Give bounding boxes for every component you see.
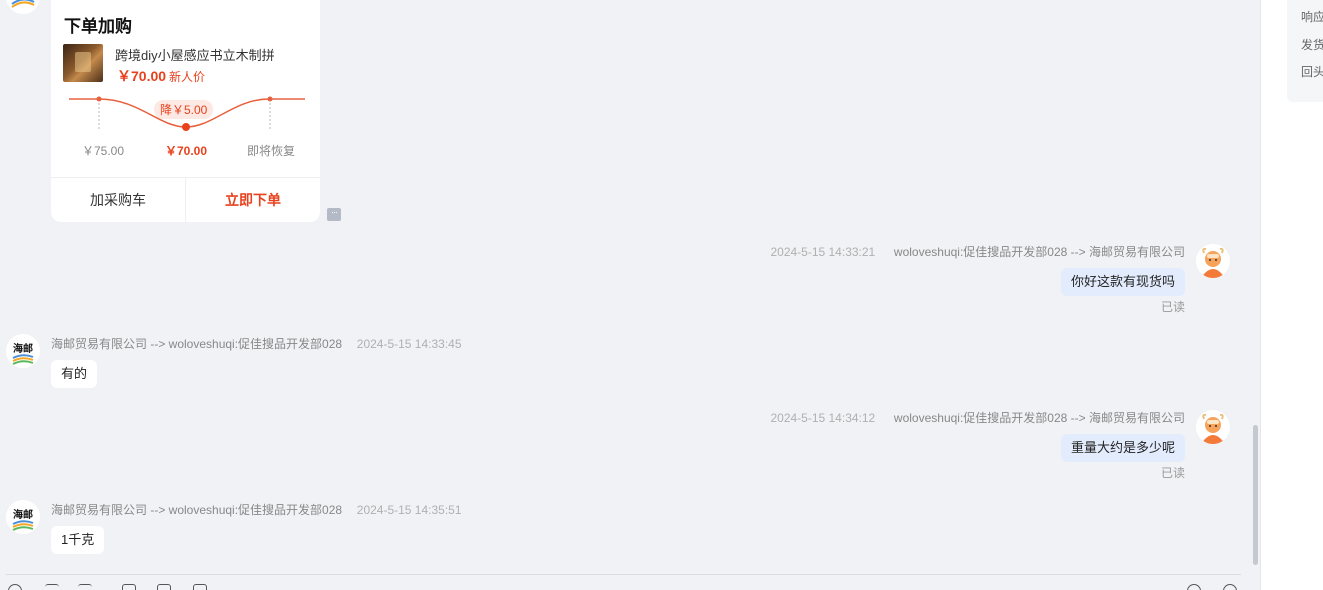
message-meta: 2024-5-15 14:33:21 woloveshuqi:促佳搜品开发部02… [770,243,1185,260]
restore-price-label: 即将恢复 [247,144,296,158]
message-meta: 海邮贸易有限公司 --> woloveshuqi:促佳搜品开发部028 2024… [51,501,462,518]
bull-avatar-icon [1196,410,1230,444]
card-title: 下单加购 [64,17,132,36]
chat-area: 下单加购 跨境diy小屋感应书立木制拼 ￥70.00 新人价 降￥5.00 ￥75… [0,0,1260,590]
message-time: 2024-5-15 14:34:12 [770,411,876,425]
shop-logo-icon: 海邮 [6,334,40,368]
emoji-icon[interactable] [8,584,22,590]
read-status: 已读 [1160,466,1185,480]
image-icon[interactable] [45,584,59,590]
input-divider [6,574,1241,575]
product-price: ￥70.00 新人价 [117,66,205,86]
shop-logo-icon: 海邮 [6,500,40,534]
shop-stats-card: 响应 发货 回头 [1287,0,1323,102]
message-sender: 海邮贸易有限公司 --> woloveshuqi:促佳搜品开发部028 [51,503,343,517]
message-meta: 2024-5-15 14:34:12 woloveshuqi:促佳搜品开发部02… [770,409,1185,426]
shop-logo-icon [6,0,40,14]
shop-avatar[interactable]: 海邮 [6,334,40,368]
message-bubble[interactable]: 你好这款有现货吗 [1060,268,1185,296]
buy-now-button[interactable]: 立即下单 [186,178,320,223]
add-to-cart-button[interactable]: 加采购车 [51,178,186,223]
price-tag: 新人价 [169,70,206,84]
shop-logo-text: 海邮 [13,508,33,521]
message-bubble[interactable]: 重量大约是多少呢 [1060,434,1185,462]
stat-label-response: 响应 [1301,10,1323,24]
product-thumbnail[interactable] [63,44,103,82]
file-icon[interactable] [122,584,136,590]
message-meta: 海邮贸易有限公司 --> woloveshuqi:促佳搜品开发部028 2024… [51,335,462,352]
message-bubble[interactable]: 1千克 [51,526,105,554]
message-sender: 海邮贸易有限公司 --> woloveshuqi:促佳搜品开发部028 [51,337,343,351]
history-icon[interactable] [1187,584,1201,590]
shop-avatar[interactable] [6,0,40,14]
message-time: 2024-5-15 14:35:51 [356,503,462,517]
more-options-icon[interactable]: ··· [327,208,341,221]
user-avatar[interactable] [1196,244,1230,278]
card-actions: 加采购车 立即下单 [51,177,320,223]
stat-label-repurchase: 回头 [1301,65,1323,79]
settings-icon[interactable] [1223,584,1237,590]
order-icon[interactable] [193,584,207,590]
price-value: ￥70.00 [117,68,167,84]
product-name[interactable]: 跨境diy小屋感应书立木制拼 [115,45,275,64]
message-sender: woloveshuqi:促佳搜品开发部028 --> 海邮贸易有限公司 [893,245,1185,259]
shop-avatar[interactable]: 海邮 [6,500,40,534]
stat-label-delivery: 发货 [1301,38,1323,52]
original-price-label: ￥75.00 [82,144,125,158]
product-order-card: 下单加购 跨境diy小屋感应书立木制拼 ￥70.00 新人价 降￥5.00 ￥75… [51,0,320,223]
read-status: 已读 [1160,300,1185,314]
message-time: 2024-5-15 14:33:45 [356,337,462,351]
bull-avatar-icon [1196,244,1230,278]
message-bubble[interactable]: 有的 [51,360,98,388]
current-price-label: ￥70.00 [165,144,208,158]
user-avatar[interactable] [1196,410,1230,444]
folder-icon[interactable] [157,584,171,590]
message-sender: woloveshuqi:促佳搜品开发部028 --> 海邮贸易有限公司 [893,411,1185,425]
shop-logo-text: 海邮 [13,342,33,355]
scissors-icon[interactable] [78,584,92,590]
chat-scrollbar[interactable] [1253,425,1258,565]
right-info-panel: 响应 发货 回头 [1260,0,1323,590]
message-time: 2024-5-15 14:33:21 [770,245,876,259]
price-drop-badge: 降￥5.00 [154,100,214,119]
